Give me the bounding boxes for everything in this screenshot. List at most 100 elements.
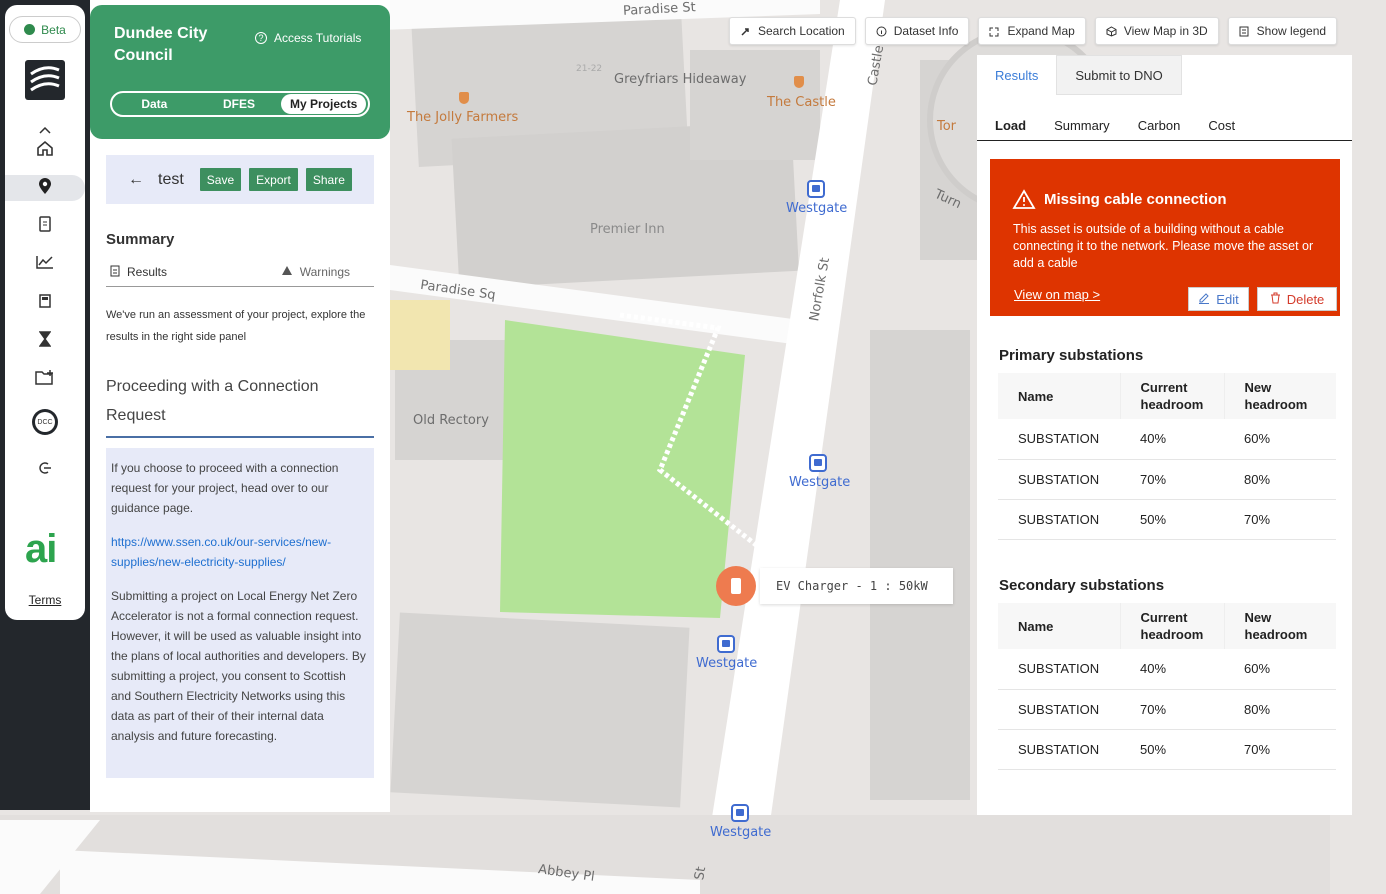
bus-stop-icon[interactable] [731,804,749,822]
place-label: Premier Inn [590,222,665,237]
nav-analytics[interactable] [5,251,85,277]
button-label: View Map in 3D [1123,24,1208,38]
expand-icon [989,26,999,37]
folder-add-icon [35,369,55,390]
table-row: SUBSTATION 40% 60% [998,419,1336,460]
bus-stop-icon[interactable] [717,635,735,653]
button-label: Show legend [1256,24,1327,38]
legend-icon [1239,26,1249,37]
search-location-button[interactable]: Search Location [729,17,856,45]
table-row: SUBSTATION 70% 80% [998,689,1336,730]
results-panel: Results Submit to DNO Load Summary Carbo… [977,55,1352,815]
bus-stop-label: Westgate [789,475,851,490]
delete-button[interactable]: Delete [1257,287,1337,311]
summary-title: Summary [106,231,175,248]
expand-map-button[interactable]: Expand Map [978,17,1086,45]
nav-projects[interactable] [5,366,85,392]
nav-logout[interactable] [5,457,85,483]
mode-data[interactable]: Data [112,94,197,114]
tab-cost[interactable]: Cost [1208,118,1235,133]
cell-current: 50% [1120,729,1224,770]
cell-name: SUBSTATION [998,459,1120,500]
column-header: Name [998,603,1121,649]
nav-history[interactable] [5,328,85,354]
cell-name: SUBSTATION [998,689,1120,730]
book-icon [38,293,52,313]
back-arrow-icon[interactable]: ← [128,171,144,189]
tutorials-label: Access Tutorials [274,31,362,45]
cell-current: 70% [1120,459,1224,500]
table-row: SUBSTATION 50% 70% [998,729,1336,770]
asset-tooltip: EV Charger - 1 : 50kW [760,568,953,604]
access-tutorials-link[interactable]: ? Access Tutorials [255,31,361,45]
nav-catalogue[interactable] [5,290,85,316]
alert-title: Missing cable connection [1044,190,1227,208]
secondary-substations-table: Name Current headroom New headroom SUBST… [998,603,1336,770]
terms-link[interactable]: Terms [5,593,85,607]
column-header: Current headroom [1120,373,1225,419]
place-label: Greyfriars Hideaway [614,72,747,87]
park-area [500,320,745,618]
cell-name: SUBSTATION [998,499,1120,540]
pencil-icon [1198,292,1210,307]
avatar-icon: DCC [32,409,58,435]
tab-summary[interactable]: Summary [1054,118,1110,133]
cell-current: 50% [1120,499,1224,540]
primary-substations-title: Primary substations [999,347,1144,364]
tab-warnings[interactable]: Warnings [281,265,350,279]
location-pin-icon [37,177,53,200]
missing-cable-alert: Missing cable connection This asset is o… [990,159,1340,316]
nav-documents[interactable] [5,213,85,239]
hourglass-icon [38,330,52,352]
view-on-map-link[interactable]: View on map > [1014,287,1100,302]
ssen-logo-icon [25,60,65,100]
nav-home[interactable] [5,137,85,163]
tab-results[interactable]: Results [977,55,1057,95]
pin-icon [740,26,750,36]
avatar-label: DCC [35,412,55,432]
cube-icon [1106,26,1117,37]
cell-new: 60% [1224,419,1336,460]
guidance-link[interactable]: https://www.ssen.co.uk/our-services/new-… [111,535,331,569]
share-button[interactable]: Share [305,168,352,191]
table-row: SUBSTATION 50% 70% [998,499,1336,540]
pub-icon [459,92,469,104]
mode-dfes[interactable]: DFES [197,94,282,114]
export-button[interactable]: Export [249,168,298,191]
bus-stop-label: Westgate [696,656,758,671]
cell-name: SUBSTATION [998,729,1120,770]
cell-name: SUBSTATION [998,649,1120,690]
trash-icon [1270,292,1281,307]
poi-label: The Castle [767,95,836,110]
ev-charger-marker[interactable] [716,566,756,606]
show-legend-button[interactable]: Show legend [1227,17,1338,45]
save-button[interactable]: Save [199,168,242,191]
tab-submit-to-dno[interactable]: Submit to DNO [1056,55,1182,95]
council-name: Dundee City Council [114,25,208,64]
place-label: 21-22 [576,64,603,74]
tab-load[interactable]: Load [995,118,1026,133]
mode-my-projects[interactable]: My Projects [281,94,367,114]
nav-map[interactable] [5,175,85,201]
button-label: Dataset Info [893,24,959,38]
view-3d-button[interactable]: View Map in 3D [1094,17,1219,45]
tab-carbon[interactable]: Carbon [1138,118,1181,133]
info-dot-icon [24,24,36,35]
place-label: Old Rectory [413,413,489,428]
delete-label: Delete [1286,291,1325,307]
table-row: SUBSTATION 70% 80% [998,459,1336,500]
column-header: Name [998,373,1121,419]
bus-stop-icon[interactable] [807,180,825,198]
map-toolbar: Search Location Dataset Info Expand Map … [729,17,1338,45]
bus-stop-label: Westgate [786,201,848,216]
dataset-info-button[interactable]: Dataset Info [864,17,970,45]
project-panel: Dundee City Council ? Access Tutorials D… [90,0,390,812]
street-label: St [692,865,710,882]
edit-button[interactable]: Edit [1188,287,1249,311]
nav-account[interactable]: DCC [5,409,85,435]
project-bar: ← test Save Export Share [106,155,374,204]
table-row: SUBSTATION 40% 60% [998,649,1336,690]
column-header: New headroom [1224,373,1336,419]
bus-stop-icon[interactable] [809,454,827,472]
tab-results[interactable]: Results [110,265,167,280]
